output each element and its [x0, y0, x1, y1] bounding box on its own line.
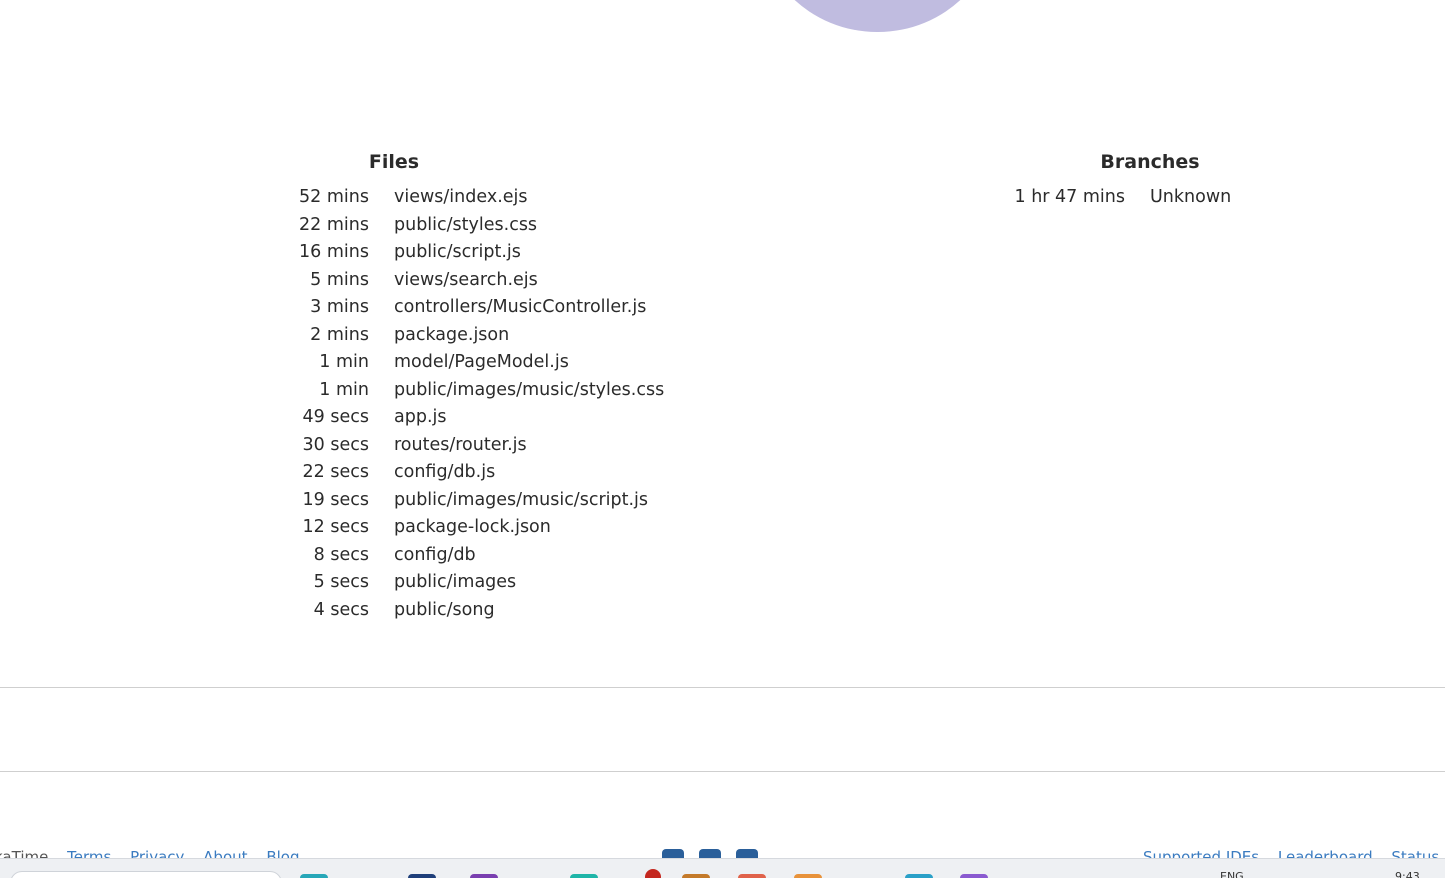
github-icon[interactable]: [662, 849, 684, 858]
footer-link-privacy[interactable]: Privacy: [130, 848, 184, 858]
file-name: views/search.ejs: [394, 269, 538, 290]
file-name: config/db.js: [394, 462, 496, 482]
file-time: 8 secs: [313, 544, 369, 565]
file-row: 2 mins package.json: [0, 322, 900, 350]
divider: [0, 771, 1445, 772]
footer-link-blog[interactable]: Blog: [266, 848, 299, 858]
branches-heading: Branches: [1100, 151, 1200, 173]
file-row: 1 min model/PageModel.js: [0, 349, 900, 377]
clock[interactable]: 9:43: [1395, 870, 1420, 878]
vscode-icon[interactable]: [960, 874, 988, 878]
footer-link-terms[interactable]: Terms: [67, 848, 111, 858]
app-icon[interactable]: [470, 874, 498, 878]
footer-links-right: Supported IDEs Leaderboard Status: [1143, 848, 1445, 858]
footer-links-left: kaTime Terms Privacy About Blog: [0, 848, 313, 858]
notification-badge-icon: [645, 869, 661, 878]
file-row: 22 secs config/db.js: [0, 459, 900, 487]
language-indicator[interactable]: ENG: [1220, 870, 1244, 878]
file-row: 16 mins public/script.js: [0, 239, 900, 267]
file-time: 1 min: [319, 379, 369, 400]
file-name: public/song: [394, 599, 495, 620]
file-name: package.json: [394, 324, 510, 345]
taskbar-search-box[interactable]: [10, 871, 282, 878]
file-row: 19 secs public/images/music/script.js: [0, 487, 900, 515]
file-time: 2 mins: [310, 324, 369, 345]
file-name: public/styles.css: [394, 214, 538, 235]
footer-social: [662, 849, 768, 858]
footer-link-leaderboard[interactable]: Leaderboard: [1278, 848, 1373, 858]
file-name: public/images/music/styles.css: [394, 379, 665, 400]
file-name: model/PageModel.js: [394, 352, 569, 372]
file-row: 3 mins controllers/MusicController.js: [0, 294, 900, 322]
files-heading: Files: [368, 151, 420, 173]
file-name: package-lock.json: [394, 517, 551, 537]
file-time: 5 mins: [310, 269, 369, 290]
file-time: 1 min: [319, 352, 369, 372]
files-table: 52 mins views/index.ejs 22 mins public/styl…: [0, 184, 900, 624]
file-row: 49 secs app.js: [0, 404, 900, 432]
file-row: 30 secs routes/router.js: [0, 432, 900, 460]
file-time: 22 mins: [299, 214, 369, 235]
file-row: 4 secs public/song: [0, 597, 900, 625]
file-name: public/script.js: [394, 242, 521, 262]
file-time: 30 secs: [302, 434, 369, 455]
file-time: 4 secs: [313, 599, 369, 620]
file-time: 16 mins: [299, 242, 369, 262]
app-icon[interactable]: [408, 874, 436, 878]
footer-link-supported-ides[interactable]: Supported IDEs: [1143, 848, 1259, 858]
folder-icon[interactable]: [682, 874, 710, 878]
file-time: 3 mins: [310, 297, 369, 317]
file-time: 22 secs: [302, 462, 369, 482]
file-time: 49 secs: [302, 407, 369, 427]
twitter-icon[interactable]: [698, 849, 721, 858]
branch-name: Unknown: [1150, 187, 1232, 207]
pie-chart-slice: [755, 0, 1000, 32]
file-row: 5 mins views/search.ejs: [0, 267, 900, 295]
linkedin-icon[interactable]: [735, 849, 758, 858]
file-row: 22 mins public/styles.css: [0, 212, 900, 240]
file-name: public/images: [394, 572, 517, 592]
file-name: routes/router.js: [394, 434, 527, 455]
browser-icon[interactable]: [570, 874, 598, 878]
file-time: 12 secs: [302, 517, 369, 537]
file-name: controllers/MusicController.js: [394, 297, 647, 317]
app-icon[interactable]: [905, 874, 933, 878]
app-icon[interactable]: [794, 874, 822, 878]
file-time: 5 secs: [313, 572, 369, 592]
branch-time: 1 hr 47 mins: [1014, 187, 1126, 207]
footer-link-about[interactable]: About: [203, 848, 247, 858]
footer-link-status[interactable]: Status: [1391, 848, 1439, 858]
file-row: 5 secs public/images: [0, 569, 900, 597]
file-name: public/images/music/script.js: [394, 489, 649, 510]
file-time: 19 secs: [302, 489, 369, 510]
file-row: 8 secs config/db: [0, 542, 900, 570]
page: Files Branches 52 mins views/index.ejs 22 …: [0, 0, 1445, 878]
file-row: 1 min public/images/music/styles.css: [0, 377, 900, 405]
footer-brand[interactable]: kaTime: [0, 848, 48, 858]
divider: [0, 687, 1445, 688]
file-name: config/db: [394, 544, 476, 565]
taskbar: ENG 9:43: [0, 858, 1445, 878]
branch-row: 1 hr 47 mins Unknown: [0, 184, 1445, 212]
footer: kaTime Terms Privacy About Blog Supporte…: [0, 846, 1445, 858]
file-row: 12 secs package-lock.json: [0, 514, 900, 542]
file-name: app.js: [394, 407, 447, 427]
app-icon[interactable]: [300, 874, 328, 878]
app-icon[interactable]: [738, 874, 766, 878]
